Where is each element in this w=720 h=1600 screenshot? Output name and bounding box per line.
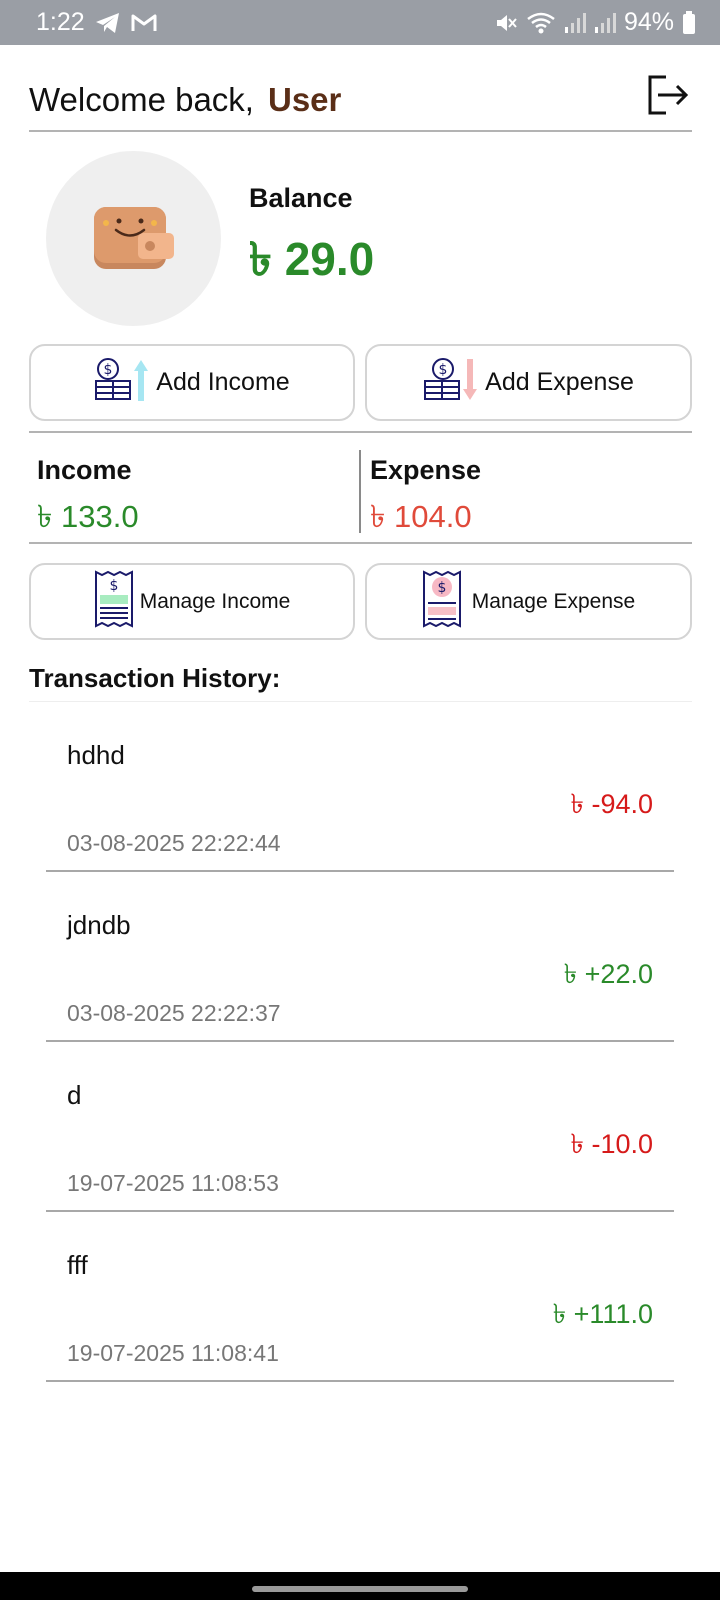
add-income-label: Add Income <box>156 368 290 396</box>
divider <box>29 542 692 544</box>
transaction-row[interactable]: jdndb ৳ +22.0 03-08-2025 22:22:37 <box>46 872 674 1042</box>
add-income-button[interactable]: $ Add Income <box>29 344 355 421</box>
income-value: ৳ 133.0 <box>37 499 139 534</box>
logout-icon <box>646 73 690 122</box>
user-name: User <box>267 81 342 118</box>
gmail-icon <box>131 13 157 33</box>
manage-income-label: Manage Income <box>139 589 291 613</box>
mute-icon <box>494 11 518 35</box>
welcome-text: Welcome back, <box>29 81 254 118</box>
transaction-date: 19-07-2025 11:08:41 <box>67 1340 279 1366</box>
battery-percent: 94% <box>623 8 674 36</box>
transaction-amount: ৳ +22.0 <box>563 959 653 989</box>
add-expense-button[interactable]: $ Add Expense <box>365 344 692 421</box>
coins-down-icon: $ <box>423 357 479 408</box>
history-title: Transaction History: <box>29 663 281 693</box>
transaction-row[interactable]: fff ৳ +111.0 19-07-2025 11:08:41 <box>46 1212 674 1382</box>
wallet-avatar <box>46 151 221 326</box>
transaction-amount: ৳ -94.0 <box>570 789 654 819</box>
transaction-row[interactable]: hdhd ৳ -94.0 03-08-2025 22:22:44 <box>46 702 674 872</box>
expense-label: Expense <box>370 455 482 485</box>
battery-icon <box>682 10 696 35</box>
wifi-icon <box>526 11 556 35</box>
income-receipt-icon: $ <box>94 570 134 633</box>
transaction-amount: ৳ -10.0 <box>570 1129 654 1159</box>
divider <box>29 431 692 433</box>
svg-text:$: $ <box>104 362 113 378</box>
transaction-date: 19-07-2025 11:08:53 <box>67 1170 279 1196</box>
balance-value: ৳ 29.0 <box>249 233 375 285</box>
home-gesture-handle[interactable] <box>252 1586 468 1592</box>
summary-divider <box>359 450 361 533</box>
manage-expense-label: Manage Expense <box>471 589 636 613</box>
transaction-list: hdhd ৳ -94.0 03-08-2025 22:22:44 jdndb ৳… <box>46 702 674 1382</box>
transaction-name: jdndb <box>67 910 131 940</box>
transaction-name: hdhd <box>67 740 125 770</box>
manage-income-button[interactable]: $ Manage Income <box>29 563 355 640</box>
expense-receipt-icon: $ <box>422 570 466 633</box>
balance-label: Balance <box>249 183 353 213</box>
wallet-icon <box>92 201 176 276</box>
svg-text:$: $ <box>437 580 446 596</box>
status-time: 1:22 <box>36 8 85 36</box>
manage-expense-button[interactable]: $ Manage Expense <box>365 563 692 640</box>
telegram-icon <box>95 12 121 34</box>
logout-button[interactable] <box>644 73 692 121</box>
svg-text:$: $ <box>109 578 118 594</box>
svg-text:$: $ <box>439 362 448 378</box>
expense-value: ৳ 104.0 <box>370 499 472 534</box>
coins-up-icon: $ <box>94 357 150 408</box>
status-bar: 1:22 94% <box>0 0 720 45</box>
add-expense-label: Add Expense <box>485 368 634 396</box>
transaction-row[interactable]: d ৳ -10.0 19-07-2025 11:08:53 <box>46 1042 674 1212</box>
transaction-name: fff <box>67 1250 88 1280</box>
signal-icon-2 <box>594 12 616 34</box>
transaction-name: d <box>67 1080 82 1110</box>
header: Welcome back, User <box>29 70 692 132</box>
transaction-amount: ৳ +111.0 <box>552 1299 653 1329</box>
transaction-date: 03-08-2025 22:22:37 <box>67 1000 281 1026</box>
income-label: Income <box>37 455 132 485</box>
transaction-date: 03-08-2025 22:22:44 <box>67 830 281 856</box>
signal-icon <box>564 12 586 34</box>
